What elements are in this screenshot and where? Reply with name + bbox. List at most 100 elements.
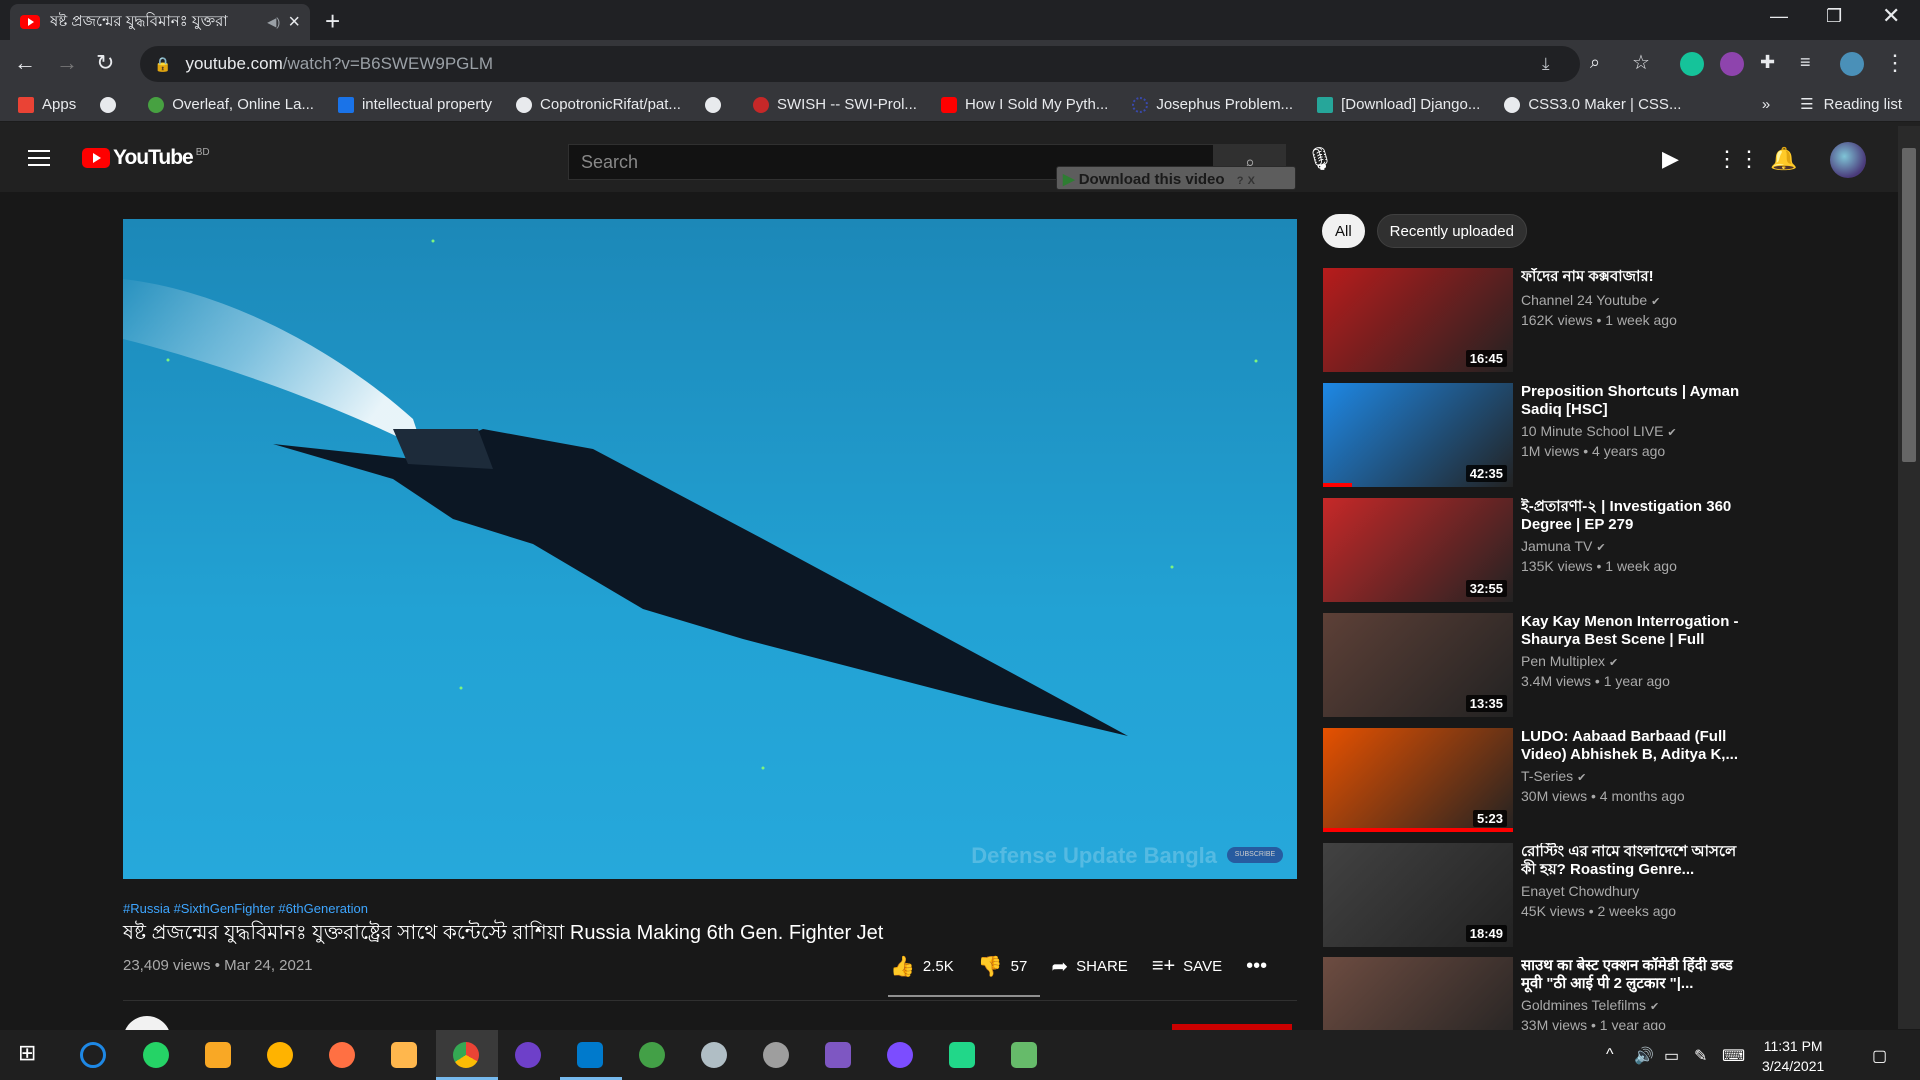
puzzle-extensions-icon[interactable]: ✚	[1760, 52, 1775, 73]
recommendation-item[interactable]: 18:49 রোস্টিং এর নামে বাংলাদেশে আসলে কী হ…	[1323, 843, 1763, 947]
bookmark-github[interactable]: CopotronicRifat/pat...	[516, 96, 681, 113]
windows-start-icon[interactable]: ⊞	[18, 1040, 44, 1066]
whatsapp-icon[interactable]	[143, 1042, 169, 1068]
github-desktop-icon[interactable]	[515, 1042, 541, 1068]
browser-tab-active[interactable]: ষষ্ট প্রজন্মের যুদ্ধবিমানঃ যুক্তরা ◀) ×	[10, 4, 310, 40]
lock-icon[interactable]: 🔒	[154, 56, 171, 73]
recommendation-channel[interactable]: T-Series ✔	[1521, 768, 1586, 784]
chrome-icon[interactable]	[453, 1042, 479, 1068]
forward-button[interactable]: →	[56, 50, 78, 76]
reload-button[interactable]: ↻	[96, 50, 114, 76]
app-icon[interactable]	[763, 1042, 789, 1068]
bookmark-star-icon[interactable]: ☆	[1632, 50, 1650, 75]
recommendation-title[interactable]: Preposition Shortcuts | Ayman Sadiq [HSC…	[1521, 383, 1753, 419]
visual-studio-icon[interactable]	[825, 1042, 851, 1068]
pen-icon[interactable]: ✎	[1694, 1046, 1707, 1066]
save-button[interactable]: ≡+ SAVE	[1152, 955, 1222, 978]
youtube-logo[interactable]: YouTube BD	[82, 146, 210, 170]
recommendation-item[interactable]: 5:23 LUDO: Aabaad Barbaad (Full Video) Ab…	[1323, 728, 1763, 832]
address-bar[interactable]: 🔒 youtube.com/watch?v=B6SWEW9PGLM ⤓	[140, 46, 1580, 82]
bookmark-globe-2[interactable]	[704, 96, 729, 113]
create-video-icon[interactable]: ▶	[1662, 146, 1679, 172]
recommendation-item[interactable]: 13:35 Kay Kay Menon Interrogation - Shaur…	[1323, 613, 1763, 717]
pycharm-icon[interactable]	[949, 1042, 975, 1068]
bookmark-globe-1[interactable]	[100, 96, 124, 113]
recommendation-item[interactable]: 42:35 Preposition Shortcuts | Ayman Sadiq…	[1323, 383, 1763, 487]
bookmark-josephus[interactable]: Josephus Problem...	[1132, 96, 1293, 113]
like-button[interactable]: 👍 2.5K	[890, 954, 954, 979]
app-icon[interactable]	[267, 1042, 293, 1068]
recommendation-title[interactable]: LUDO: Aabaad Barbaad (Full Video) Abhish…	[1521, 728, 1753, 764]
subscribe-watermark[interactable]: SUBSCRIBE	[1227, 847, 1283, 863]
help-icon[interactable]: ?	[1237, 175, 1244, 187]
restore-button[interactable]: ❐	[1826, 6, 1842, 27]
bookmark-intellectual-property[interactable]: intellectual property	[337, 96, 492, 113]
recommendation-title[interactable]: Kay Kay Menon Interrogation - Shaurya Be…	[1521, 613, 1753, 649]
video-thumbnail[interactable]: 32:55	[1323, 498, 1513, 602]
vscode-icon[interactable]	[577, 1042, 603, 1068]
close-tab-icon[interactable]: ×	[288, 11, 300, 34]
grammarly-extension-icon[interactable]	[1680, 52, 1704, 76]
bookmark-overleaf[interactable]: Overleaf, Online La...	[148, 96, 314, 113]
notification-center-icon[interactable]: ▢	[1872, 1046, 1887, 1066]
bookmark-css-maker[interactable]: CSS3.0 Maker | CSS...	[1504, 96, 1681, 113]
video-player[interactable]: Defense Update Bangla SUBSCRIBE	[123, 219, 1297, 879]
taskbar-clock[interactable]: 11:31 PM 3/24/2021	[1762, 1036, 1824, 1076]
app-icon[interactable]	[1011, 1042, 1037, 1068]
video-thumbnail[interactable]: 13:35	[1323, 613, 1513, 717]
recommendation-channel[interactable]: Goldmines Telefilms ✔	[1521, 997, 1659, 1013]
app-icon[interactable]	[701, 1042, 727, 1068]
close-window-button[interactable]: ✕	[1882, 3, 1900, 29]
download-icon[interactable]: ⤓	[1542, 54, 1550, 74]
reading-list-icon[interactable]: ☰	[1800, 95, 1813, 113]
microphone-icon[interactable]: 🎙	[1306, 146, 1334, 172]
file-explorer-icon[interactable]	[205, 1042, 231, 1068]
bookmark-apps[interactable]: Apps	[18, 96, 76, 113]
video-thumbnail[interactable]: 16:45	[1323, 268, 1513, 372]
more-actions-button[interactable]: •••	[1246, 955, 1275, 978]
presentation-app-icon[interactable]	[391, 1042, 417, 1068]
zoom-icon[interactable]: ⌕	[1590, 52, 1600, 73]
profile-avatar-icon[interactable]	[1840, 52, 1864, 76]
close-icon[interactable]: X	[1248, 175, 1255, 187]
recommendation-item[interactable]: 16:45 ফাঁদের নাম কক্সবাজার! Channel 24 You…	[1323, 268, 1763, 372]
back-button[interactable]: ←	[14, 50, 36, 76]
dislike-button[interactable]: 👎 57	[978, 954, 1028, 979]
recommendation-title[interactable]: রোস্টিং এর নামে বাংলাদেশে আসলে কী হয়? R…	[1521, 843, 1753, 879]
share-button[interactable]: ➦ SHARE	[1051, 954, 1127, 979]
more-bookmarks-icon[interactable]: »	[1762, 96, 1770, 113]
new-tab-button[interactable]: +	[325, 6, 340, 37]
bookmark-youtube[interactable]: How I Sold My Pyth...	[940, 96, 1108, 113]
apps-grid-icon[interactable]: ⋮⋮	[1716, 146, 1760, 172]
recommendation-title[interactable]: ফাঁদের নাম কক্সবাজার!	[1521, 268, 1753, 286]
video-thumbnail[interactable]: 18:49	[1323, 843, 1513, 947]
recommendation-channel[interactable]: Channel 24 Youtube ✔	[1521, 292, 1660, 308]
chrome-menu-icon[interactable]: ⋮	[1884, 50, 1906, 76]
volume-icon[interactable]: 🔊	[1634, 1046, 1654, 1066]
extension-icon[interactable]	[1720, 52, 1744, 76]
download-video-bar[interactable]: ▶ Download this video ? X	[1056, 166, 1296, 190]
speaker-icon[interactable]: ◀)	[267, 15, 280, 29]
reading-list-button[interactable]: Reading list	[1824, 96, 1902, 113]
bookmark-django[interactable]: [Download] Django...	[1317, 96, 1480, 113]
recommendation-channel[interactable]: 10 Minute School LIVE ✔	[1521, 423, 1677, 439]
recommendation-item[interactable]: 32:55 ই-প্রতারণা-২ | Investigation 360 De…	[1323, 498, 1763, 602]
video-hashtags[interactable]: #Russia #SixthGenFighter #6thGeneration	[123, 901, 368, 916]
chevron-up-icon[interactable]: ^	[1606, 1046, 1614, 1064]
notifications-bell-icon[interactable]: 🔔	[1770, 146, 1797, 172]
keyboard-icon[interactable]: ⌨	[1722, 1046, 1745, 1066]
bookmark-swish[interactable]: SWISH -- SWI-Prol...	[752, 96, 917, 113]
minimize-button[interactable]: —	[1770, 6, 1788, 27]
hamburger-menu-icon[interactable]	[28, 150, 50, 166]
media-control-icon[interactable]: ≡	[1800, 52, 1811, 73]
firefox-icon[interactable]	[329, 1042, 355, 1068]
scrollbar-thumb[interactable]	[1902, 148, 1916, 462]
recommendation-title[interactable]: ই-প্রতারণা-২ | Investigation 360 Degree …	[1521, 498, 1753, 534]
account-avatar[interactable]	[1830, 142, 1866, 178]
recommendation-title[interactable]: साउथ का बेस्ट एक्शन कॉमेडी हिंदी डब्ड मू…	[1521, 957, 1753, 993]
chip-recently-uploaded[interactable]: Recently uploaded	[1376, 214, 1527, 248]
search-icon[interactable]	[80, 1042, 106, 1068]
video-thumbnail[interactable]: 42:35	[1323, 383, 1513, 487]
video-thumbnail[interactable]: 5:23	[1323, 728, 1513, 832]
recommendation-channel[interactable]: Enayet Chowdhury	[1521, 883, 1639, 899]
